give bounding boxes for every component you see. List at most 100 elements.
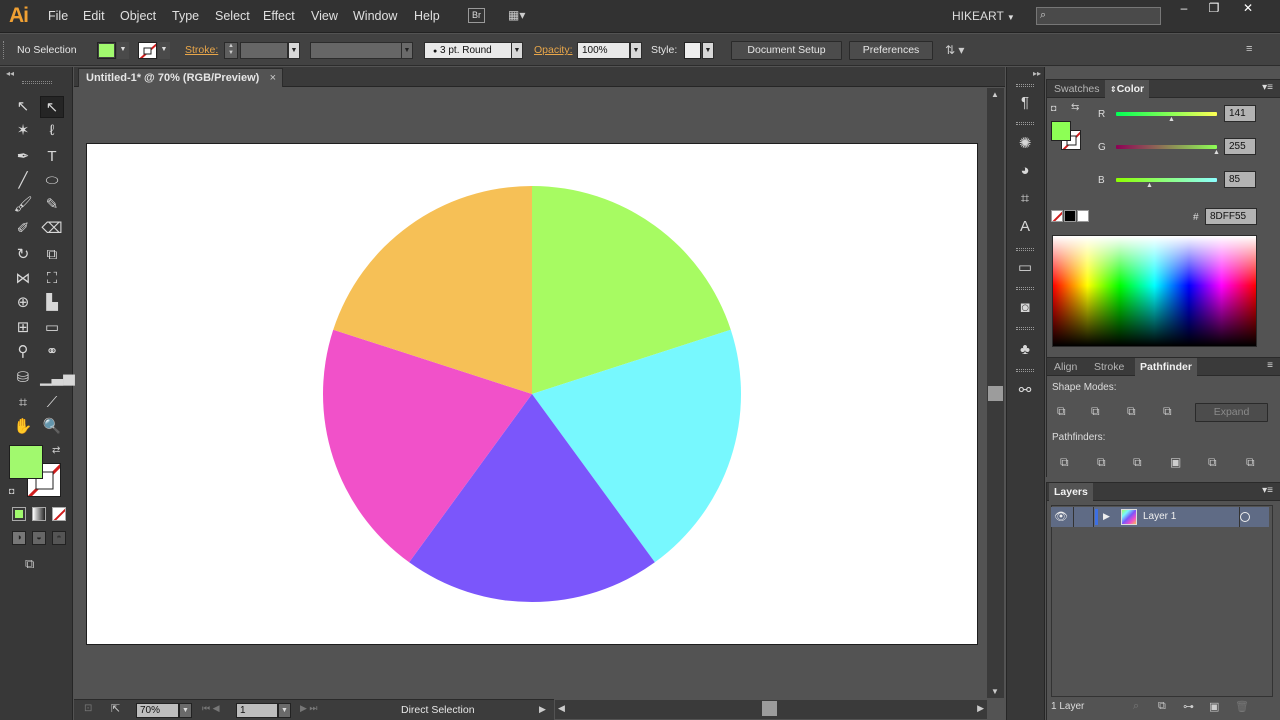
scroll-right-arrow[interactable]: ▶	[977, 703, 984, 714]
layers-panel-menu-icon[interactable]: ▾≡	[1262, 485, 1273, 496]
shape-builder-tool-icon[interactable]: ⊕	[11, 292, 35, 314]
mesh-tool-icon[interactable]: ⊞	[11, 317, 35, 339]
export-icon[interactable]: ⇱	[111, 702, 120, 715]
menu-help[interactable]: Help	[414, 9, 440, 23]
transparency-panel-icon[interactable]: ◙	[1015, 298, 1035, 318]
opacity-field[interactable]: 100%	[577, 42, 630, 59]
menu-edit[interactable]: Edit	[83, 9, 105, 23]
b-slider[interactable]	[1116, 178, 1217, 182]
color-mode-icon[interactable]	[12, 507, 26, 521]
tab-swatches[interactable]: Swatches	[1049, 80, 1105, 98]
vertical-scroll-thumb[interactable]	[988, 386, 1003, 401]
color-panel-menu-icon[interactable]: ▾≡	[1262, 82, 1273, 93]
gradient-tool-icon[interactable]: ▭	[40, 317, 64, 339]
fill-dropdown[interactable]: ▼	[117, 42, 129, 59]
workspace-switcher[interactable]: HIKEART ▼	[952, 9, 1015, 23]
delete-layer-icon[interactable]: 🗑	[1235, 700, 1249, 713]
trim-icon[interactable]: ⧉	[1097, 455, 1106, 470]
clipping-mask-icon[interactable]: ⧉	[1158, 700, 1166, 713]
gradient-panel-icon[interactable]: ▭	[1015, 258, 1035, 278]
none-mode-icon[interactable]	[52, 507, 66, 521]
layer-row[interactable]: 👁 ▶ Layer 1	[1051, 507, 1269, 527]
g-value-field[interactable]: 255	[1224, 138, 1256, 155]
blob-brush-tool-icon[interactable]: ✐	[11, 218, 35, 240]
graphic-style-swatch[interactable]	[684, 42, 701, 59]
arrange-documents-icon[interactable]: ▦▾	[508, 8, 536, 24]
b-slider-thumb[interactable]: ▲	[1146, 182, 1153, 189]
collapse-tools-icon[interactable]: ◂◂	[6, 69, 14, 78]
expand-panels-icon[interactable]: ▸▸	[1033, 69, 1041, 78]
tab-color[interactable]: ⇕Color	[1105, 80, 1150, 98]
bridge-button[interactable]: Br	[468, 8, 485, 23]
opacity-label[interactable]: Opacity:	[534, 44, 573, 56]
stroke-dropdown[interactable]: ▼	[158, 42, 170, 59]
new-layer-icon[interactable]: ▣	[1209, 700, 1219, 713]
gradient-mode-icon[interactable]	[32, 507, 46, 521]
locate-object-icon[interactable]: ⌕	[1133, 700, 1139, 713]
character-panel-icon[interactable]: A	[1015, 217, 1035, 237]
r-value-field[interactable]: 141	[1224, 105, 1256, 122]
draw-inside-icon[interactable]: ◓	[52, 531, 66, 545]
merge-icon[interactable]: ⧉	[1133, 455, 1142, 470]
links-panel-icon[interactable]: ⚯	[1015, 381, 1035, 401]
screen-mode-icon[interactable]: ⧉	[25, 556, 47, 572]
fill-swatch[interactable]	[97, 42, 116, 59]
stroke-weight-field[interactable]	[240, 42, 288, 59]
exclude-icon[interactable]: ⧉	[1163, 404, 1172, 419]
color-panel-fill-box[interactable]	[1051, 121, 1071, 141]
brushes-panel-icon[interactable]: ✺	[1015, 134, 1035, 154]
dock-grip[interactable]	[1016, 248, 1034, 251]
close-document-button[interactable]: ×	[270, 72, 276, 84]
eraser-tool-icon[interactable]: ⌫	[40, 218, 64, 240]
color-spectrum[interactable]	[1052, 235, 1257, 347]
menu-object[interactable]: Object	[120, 9, 156, 23]
slice-tool-icon[interactable]: ⟋	[40, 392, 64, 414]
line-tool-icon[interactable]: ╱	[11, 170, 35, 192]
intersect-icon[interactable]: ⧉	[1127, 404, 1136, 419]
stroke-label[interactable]: Stroke:	[185, 44, 218, 56]
crop-icon[interactable]: ▣	[1170, 455, 1181, 469]
artboard-dropdown[interactable]: ▼	[278, 703, 291, 718]
scroll-up-arrow[interactable]: ▲	[991, 90, 999, 99]
outline-icon[interactable]: ⧉	[1208, 455, 1217, 470]
menu-type[interactable]: Type	[172, 9, 199, 23]
expand-button[interactable]: Expand	[1195, 403, 1268, 422]
close-window-button[interactable]: ✕	[1234, 2, 1262, 16]
selection-tool-icon[interactable]: ↖	[11, 96, 35, 118]
draw-normal-icon[interactable]: ◑	[12, 531, 26, 545]
swap-colors-icon[interactable]: ⇆	[1071, 102, 1079, 113]
minimize-button[interactable]: –	[1170, 2, 1198, 16]
pen-tool-icon[interactable]: ✒	[11, 146, 35, 168]
document-setup-button[interactable]: Document Setup	[731, 41, 842, 60]
horizontal-scroll-thumb[interactable]	[762, 701, 777, 716]
opacity-dropdown[interactable]: ▼	[630, 42, 642, 59]
search-input[interactable]: ⌕	[1036, 7, 1161, 25]
default-fill-stroke-icon[interactable]: ◘	[9, 486, 14, 496]
control-bar-grip[interactable]	[3, 41, 6, 59]
eyedropper-tool-icon[interactable]: ⚲	[11, 341, 35, 363]
new-sublayer-icon[interactable]: ⊶	[1183, 700, 1194, 713]
paintbrush-tool-icon[interactable]: 🖌	[11, 194, 35, 216]
artboard-number-field[interactable]: 1	[236, 703, 278, 718]
fill-color-front[interactable]	[9, 445, 43, 479]
menu-effect[interactable]: Effect	[263, 9, 295, 23]
transform-panel-icon[interactable]: ⌗	[1015, 189, 1035, 209]
tab-stroke[interactable]: Stroke	[1089, 358, 1129, 376]
menu-file[interactable]: File	[48, 9, 68, 23]
default-colors-icon[interactable]: ◘	[1051, 103, 1056, 113]
pencil-tool-icon[interactable]: ✎	[40, 194, 64, 216]
dock-grip[interactable]	[1016, 369, 1034, 372]
variable-width-field[interactable]	[310, 42, 402, 59]
paragraph-panel-icon[interactable]: ¶	[1015, 93, 1035, 113]
appearance-panel-icon[interactable]: ◕	[1015, 161, 1035, 181]
width-tool-icon[interactable]: ⋈	[11, 268, 35, 290]
artboard[interactable]	[86, 143, 978, 645]
black-color-swatch[interactable]	[1064, 210, 1076, 222]
unite-icon[interactable]: ⧉	[1057, 404, 1066, 419]
variable-width-dropdown[interactable]: ▼	[401, 42, 413, 59]
first-artboard-icon[interactable]: ⏮ ◀	[202, 703, 220, 714]
expand-layer-icon[interactable]: ▶	[1103, 511, 1110, 522]
draw-behind-icon[interactable]: ◒	[32, 531, 46, 545]
stroke-weight-stepper[interactable]: ▲ ▼	[224, 42, 238, 59]
zoom-field[interactable]: 70%	[136, 703, 179, 718]
